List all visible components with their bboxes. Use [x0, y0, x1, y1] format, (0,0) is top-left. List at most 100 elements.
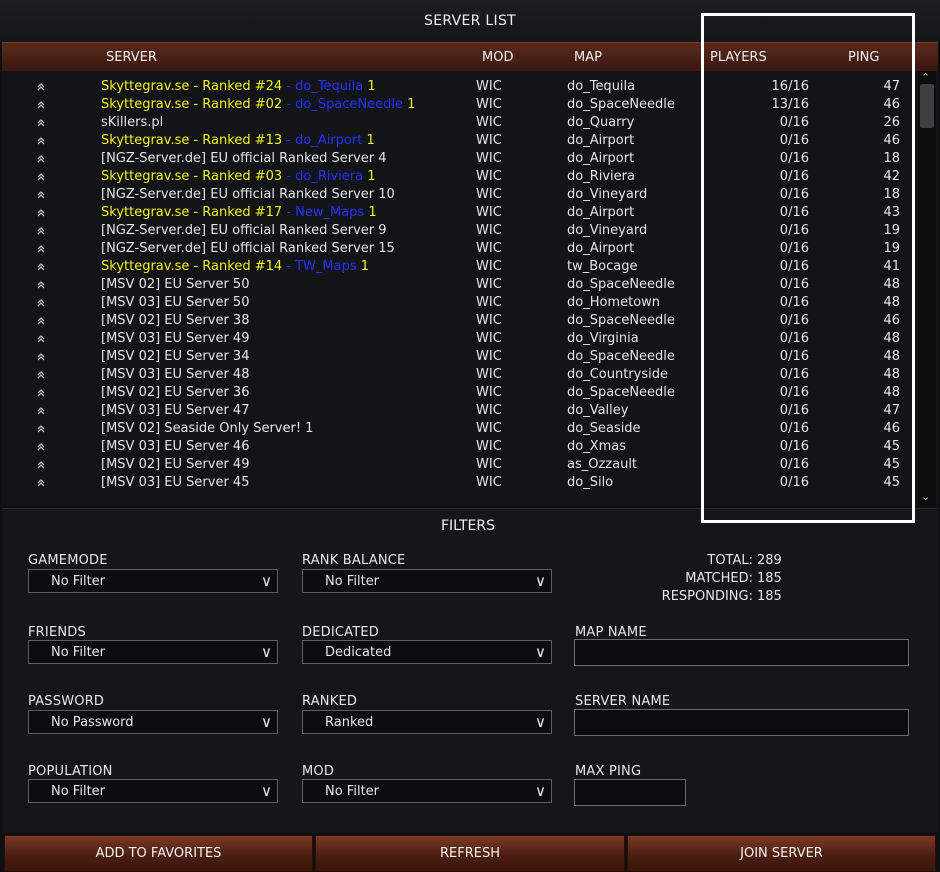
server-row[interactable]: [MSV 03] EU Server 48 WIC do_Countryside 0/… [2, 366, 918, 384]
list-scrollbar[interactable]: ⌃ ⌄ [918, 71, 936, 506]
server-row[interactable]: [MSV 03] EU Server 47 WIC do_Valley 0/16 47 [2, 402, 918, 420]
server-name-part: 1 [362, 133, 375, 148]
server-name: [MSV 02] EU Server 38 [101, 313, 249, 328]
mod-cell: WIC [476, 295, 502, 310]
gamemode-select[interactable]: No Filter ∨ [28, 569, 278, 593]
chevron-up-icon [36, 333, 46, 343]
server-row[interactable]: [MSV 02] EU Server 38 WIC do_SpaceNeedle 0/… [2, 312, 918, 330]
map-cell: do_Quarry [567, 115, 635, 130]
mod-select[interactable]: No Filter ∨ [302, 779, 552, 803]
chevron-up-icon [36, 225, 46, 235]
population-value: No Filter [51, 784, 106, 799]
server-row[interactable]: Skyttegrav.se - Ranked #14 - TW_Maps 1 WI… [2, 258, 918, 276]
server-name-part: 1 [363, 79, 376, 94]
map-cell: do_Countryside [567, 367, 668, 382]
chevron-up-icon [36, 99, 46, 109]
column-header-players[interactable]: PLAYERS [710, 50, 767, 65]
map-name-input[interactable] [574, 639, 909, 666]
server-name: [MSV 02] EU Server 34 [101, 349, 249, 364]
chevron-up-icon [36, 423, 46, 433]
server-row[interactable]: [MSV 03] EU Server 50 WIC do_Hometown 0/16 4… [2, 294, 918, 312]
server-name: [MSV 03] EU Server 50 [101, 295, 249, 310]
page-title: SERVER LIST [424, 13, 516, 29]
server-row[interactable]: [NGZ-Server.de] EU official Ranked Serve… [2, 186, 918, 204]
population-select[interactable]: No Filter ∨ [28, 779, 278, 803]
mod-label: MOD [302, 764, 335, 779]
ping-cell: 48 [883, 367, 900, 382]
players-cell: 0/16 [779, 169, 809, 184]
add-to-favorites-button[interactable]: ADD TO FAVORITES [4, 835, 313, 872]
chevron-down-icon: ∨ [261, 643, 272, 661]
ping-cell: 47 [883, 79, 900, 94]
players-cell: 0/16 [779, 259, 809, 274]
server-row[interactable]: Skyttegrav.se - Ranked #03 - do_Riviera … [2, 168, 918, 186]
server-name-part: 1 [356, 259, 370, 274]
server-name: Skyttegrav.se - Ranked #03 - do_Riviera … [101, 169, 375, 184]
server-row[interactable]: [MSV 02] Seaside Only Server! 1 WIC do_Sea… [2, 420, 918, 438]
ping-cell: 47 [883, 403, 900, 418]
server-row[interactable]: [NGZ-Server.de] EU official Ranked Serve… [2, 240, 918, 258]
server-row[interactable]: [MSV 02] EU Server 49 WIC as_Ozzault 0/16 45 [2, 456, 918, 474]
server-name-part: [MSV 03] EU Server 49 [101, 331, 250, 346]
ping-cell: 18 [883, 187, 900, 202]
dedicated-label: DEDICATED [302, 625, 379, 640]
max-ping-input[interactable] [574, 779, 686, 806]
join-server-button[interactable]: JOIN SERVER [627, 835, 936, 872]
server-name: [MSV 02] Seaside Only Server! 1 [101, 421, 313, 436]
server-name: [MSV 02] EU Server 36 [101, 385, 249, 400]
server-name: [MSV 03] EU Server 47 [101, 403, 249, 418]
server-row[interactable]: [MSV 03] EU Server 45 WIC do_Silo 0/16 45 [2, 474, 918, 492]
mod-cell: WIC [476, 241, 502, 256]
map-cell: tw_Bocage [567, 259, 638, 274]
server-row[interactable]: Skyttegrav.se - Ranked #24 - do_Tequila … [2, 78, 918, 96]
chevron-up-icon [36, 171, 46, 181]
column-header-mod[interactable]: MOD [482, 50, 513, 65]
scroll-up-icon[interactable]: ⌃ [921, 71, 930, 84]
server-row[interactable]: Skyttegrav.se - Ranked #13 - do_Airport … [2, 132, 918, 150]
server-row[interactable]: [MSV 03] EU Server 49 WIC do_Virginia 0/16 4… [2, 330, 918, 348]
gamemode-value: No Filter [51, 574, 106, 589]
mod-cell: WIC [476, 313, 502, 328]
mod-cell: WIC [476, 151, 502, 166]
map-cell: do_Tequila [567, 79, 636, 94]
rank-balance-select[interactable]: No Filter ∨ [302, 569, 552, 593]
map-cell: do_SpaceNeedle [567, 313, 675, 328]
players-cell: 0/16 [779, 277, 809, 292]
server-row[interactable]: sKillers.pl WIC do_Quarry 0/16 26 [2, 114, 918, 132]
column-header-server[interactable]: SERVER [106, 50, 157, 65]
ranked-select[interactable]: Ranked ∨ [302, 710, 552, 734]
players-cell: 0/16 [779, 187, 809, 202]
server-row[interactable]: [MSV 02] EU Server 50 WIC do_SpaceNeedle 0/… [2, 276, 918, 294]
friends-select[interactable]: No Filter ∨ [28, 640, 278, 664]
column-header-ping[interactable]: PING [848, 50, 879, 65]
ping-cell: 45 [883, 475, 900, 490]
refresh-button[interactable]: REFRESH [315, 835, 625, 872]
server-row[interactable]: [MSV 02] EU Server 34 WIC do_SpaceNeedle 0/… [2, 348, 918, 366]
mod-cell: WIC [476, 259, 502, 274]
server-row[interactable]: Skyttegrav.se - Ranked #17 - New_Maps 1 W… [2, 204, 918, 222]
dedicated-select[interactable]: Dedicated ∨ [302, 640, 552, 664]
server-row[interactable]: [MSV 02] EU Server 36 WIC do_SpaceNeedle 0/… [2, 384, 918, 402]
server-row[interactable]: [NGZ-Server.de] EU official Ranked Serve… [2, 222, 918, 240]
mod-cell: WIC [476, 79, 502, 94]
chevron-up-icon [36, 315, 46, 325]
map-name-label: MAP NAME [575, 625, 647, 640]
chevron-up-icon [36, 477, 46, 487]
rank-balance-value: No Filter [325, 574, 380, 589]
column-header-map[interactable]: MAP [574, 50, 602, 65]
server-name-input[interactable] [574, 709, 909, 736]
responding-value: 185 [757, 589, 782, 604]
server-row[interactable]: [NGZ-Server.de] EU official Ranked Serve… [2, 150, 918, 168]
scroll-down-icon[interactable]: ⌄ [921, 490, 930, 503]
chevron-up-icon [36, 153, 46, 163]
server-row[interactable]: Skyttegrav.se - Ranked #02 - do_SpaceNee… [2, 96, 918, 114]
chevron-up-icon [36, 405, 46, 415]
server-row[interactable]: [MSV 03] EU Server 46 WIC do_Xmas 0/16 45 [2, 438, 918, 456]
server-name-part: sKillers.pl [101, 115, 164, 130]
players-cell: 0/16 [779, 223, 809, 238]
scroll-thumb[interactable] [920, 84, 934, 128]
chevron-up-icon [36, 351, 46, 361]
mod-cell: WIC [476, 439, 502, 454]
server-name-part: - TW_Maps [282, 259, 357, 274]
password-select[interactable]: No Password ∨ [28, 710, 278, 734]
